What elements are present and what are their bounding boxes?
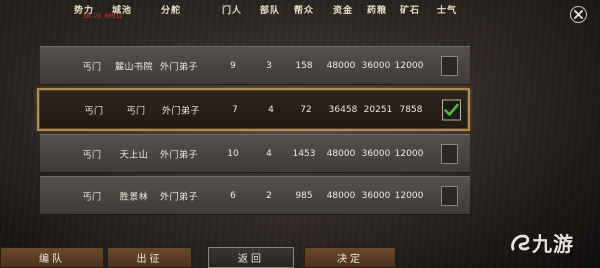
header-medicine: 药粮 bbox=[366, 6, 388, 16]
cell-city: 丐门 bbox=[126, 106, 146, 116]
cell-faction: 丐门 bbox=[82, 192, 102, 202]
cell-troops: 4 bbox=[268, 104, 274, 115]
watermark-logo: 九游 bbox=[508, 228, 574, 257]
header-branch: 分舵 bbox=[160, 6, 182, 16]
header-members: 门人 bbox=[221, 6, 243, 16]
table-row[interactable]: 丐门 麓山书院 外门弟子 9 3 158 48000 36000 12000 bbox=[40, 46, 470, 85]
close-button[interactable] bbox=[570, 6, 587, 23]
cell-funds: 48000 bbox=[326, 60, 356, 71]
cell-crew: 1453 bbox=[292, 148, 316, 159]
header-funds: 资金 bbox=[332, 6, 354, 16]
checkmark-icon bbox=[444, 103, 459, 116]
cell-branch: 外门弟子 bbox=[159, 150, 199, 160]
header-ore: 矿石 bbox=[399, 6, 421, 16]
debug-red-text: SB-29 00512 bbox=[83, 13, 123, 20]
close-icon bbox=[574, 10, 583, 19]
select-checkbox[interactable] bbox=[441, 143, 458, 164]
cell-members: 6 bbox=[230, 190, 236, 201]
cell-members: 10 bbox=[227, 148, 239, 159]
cell-troops: 3 bbox=[266, 60, 272, 71]
confirm-button[interactable]: 决定 bbox=[304, 247, 396, 268]
cell-crew: 985 bbox=[295, 190, 313, 201]
cell-troops: 4 bbox=[266, 148, 272, 159]
cell-medicine: 36000 bbox=[361, 60, 391, 71]
select-checkbox[interactable] bbox=[441, 185, 458, 206]
cell-branch: 外门弟子 bbox=[161, 106, 201, 116]
cell-ore: 7858 bbox=[399, 104, 423, 115]
cell-medicine: 20251 bbox=[363, 104, 393, 115]
cell-ore: 12000 bbox=[394, 190, 424, 201]
cell-city: 天上山 bbox=[119, 150, 149, 160]
header-crew: 帮众 bbox=[293, 6, 315, 16]
cell-crew: 72 bbox=[300, 104, 312, 115]
header-troops: 部队 bbox=[259, 6, 281, 16]
cell-city: 胜景林 bbox=[119, 192, 149, 202]
cell-members: 9 bbox=[230, 60, 236, 71]
cell-faction: 丐门 bbox=[84, 106, 104, 116]
cell-faction: 丐门 bbox=[82, 62, 102, 72]
cell-medicine: 36000 bbox=[361, 190, 391, 201]
cell-ore: 12000 bbox=[394, 60, 424, 71]
swirl-logo-icon bbox=[511, 234, 530, 250]
cell-branch: 外门弟子 bbox=[159, 62, 199, 72]
cell-funds: 48000 bbox=[326, 148, 356, 159]
cell-crew: 158 bbox=[295, 60, 313, 71]
table-row[interactable]: 丐门 天上山 外门弟子 10 4 1453 48000 36000 12000 bbox=[40, 134, 470, 173]
cell-funds: 48000 bbox=[326, 190, 356, 201]
cell-funds: 36458 bbox=[328, 104, 358, 115]
table-header: 势力 城池 分舵 门人 部队 帮众 资金 药粮 矿石 士气 SB-29 0051… bbox=[0, 0, 600, 20]
select-checkbox-checked[interactable] bbox=[442, 99, 461, 120]
table-row[interactable]: 丐门 胜景林 外门弟子 6 2 985 48000 36000 12000 bbox=[40, 176, 470, 215]
table-row-selected[interactable]: 丐门 丐门 外门弟子 7 4 72 36458 20251 7858 bbox=[37, 88, 470, 131]
cell-faction: 丐门 bbox=[82, 150, 102, 160]
cell-members: 7 bbox=[232, 104, 238, 115]
cell-branch: 外门弟子 bbox=[159, 192, 199, 202]
march-button[interactable]: 出征 bbox=[107, 247, 192, 268]
header-morale: 士气 bbox=[436, 6, 458, 16]
watermark-text: 九游 bbox=[532, 232, 574, 256]
edit-formation-button[interactable]: 编队 bbox=[0, 247, 104, 268]
cell-medicine: 36000 bbox=[361, 148, 391, 159]
back-button[interactable]: 返回 bbox=[208, 247, 294, 268]
cell-troops: 2 bbox=[266, 190, 272, 201]
cell-ore: 12000 bbox=[394, 148, 424, 159]
cell-city: 麓山书院 bbox=[114, 62, 154, 72]
select-checkbox[interactable] bbox=[441, 55, 458, 76]
